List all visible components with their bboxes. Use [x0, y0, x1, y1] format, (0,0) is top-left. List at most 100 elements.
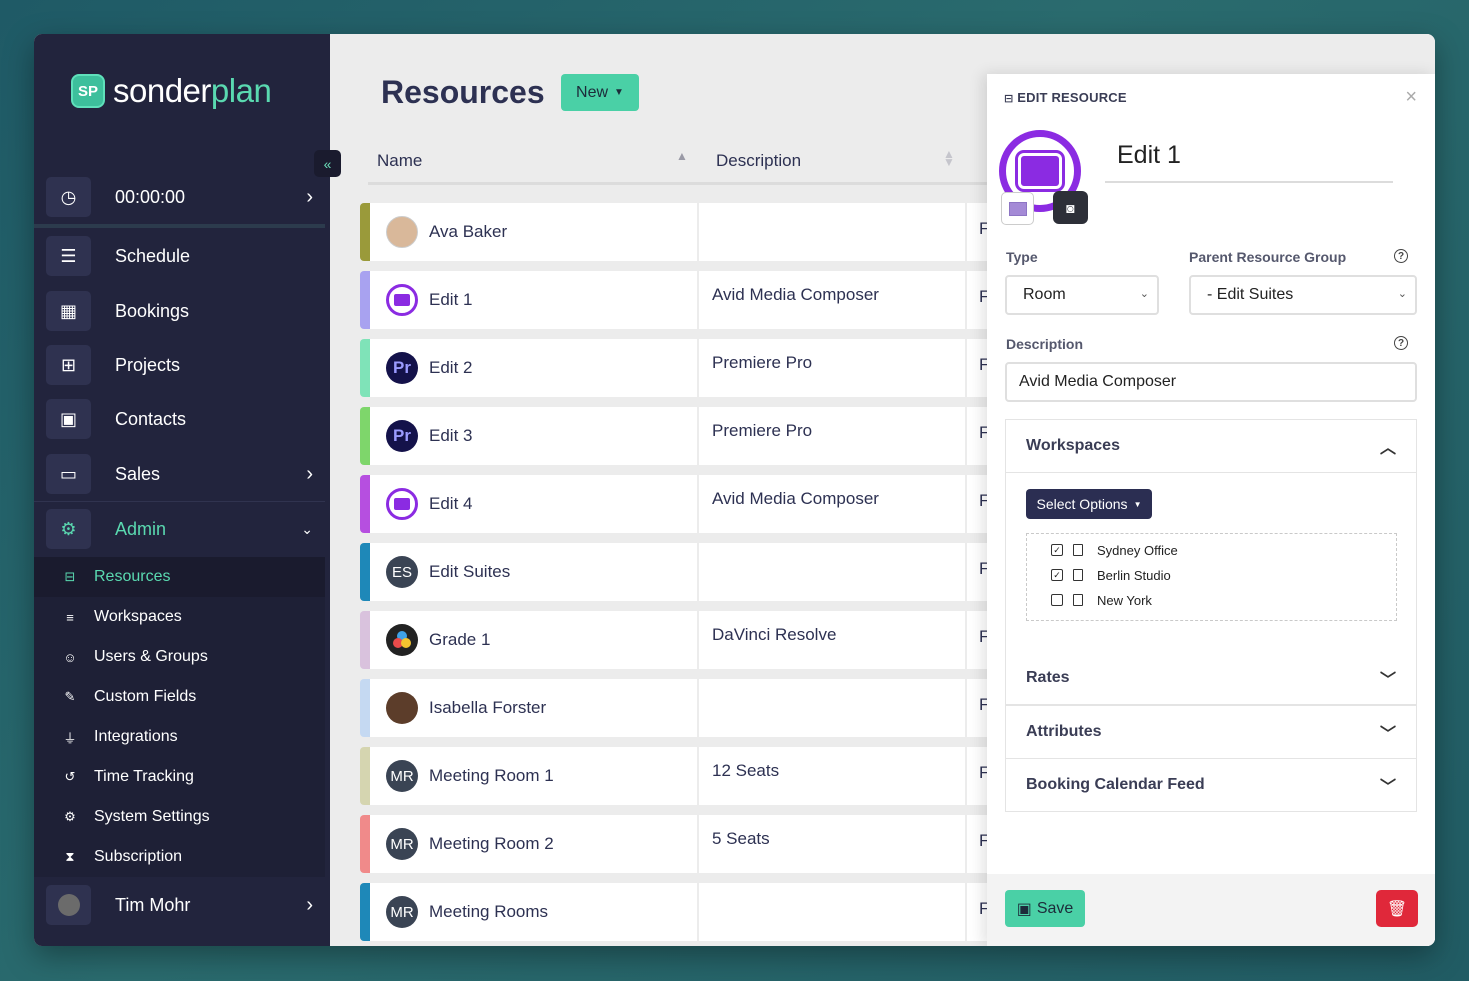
panel-title: ⊟ EDIT RESOURCE: [1004, 90, 1127, 105]
sort-asc-icon[interactable]: ▲: [676, 149, 688, 163]
name-cell[interactable]: MR Meeting Room 2: [370, 815, 697, 873]
page-title: Resources: [381, 74, 545, 110]
name-cell[interactable]: Grade 1: [370, 611, 697, 669]
checkbox-checked-icon[interactable]: ✓: [1051, 544, 1063, 556]
checkbox-checked-icon[interactable]: ✓: [1051, 569, 1063, 581]
sidebar-item-label: Contacts: [115, 408, 187, 429]
sidebar-item-contacts[interactable]: ▣ Contacts: [46, 394, 325, 444]
table-row[interactable]: Edit 4 Avid Media Composer F: [360, 475, 1010, 533]
parent-group-select[interactable]: - Edit Suites ⌄: [1189, 275, 1417, 315]
avatar: [46, 885, 91, 925]
briefcase-icon: ⊞: [46, 345, 91, 385]
hourglass-icon: ⧗: [65, 849, 75, 864]
resource-name: Meeting Room 2: [429, 834, 554, 853]
attributes-header[interactable]: Attributes ﹀: [1006, 706, 1416, 758]
sidebar: SP sonderplan ◷ 00:00:00 › ☰ Schedule ▦ …: [34, 34, 330, 946]
help-icon[interactable]: ?: [1394, 336, 1408, 350]
edit-resource-panel: ⊟ EDIT RESOURCE × ◙ Edit 1 Type Parent R…: [987, 74, 1435, 946]
name-cell[interactable]: ES Edit Suites: [370, 543, 697, 601]
sidebar-item-sales[interactable]: ▭ Sales ›: [46, 449, 325, 499]
type-select[interactable]: Room ⌄: [1005, 275, 1159, 315]
new-button[interactable]: New ▼: [561, 74, 639, 111]
sort-icon[interactable]: ▲ ▼: [943, 148, 955, 168]
sidebar-subitem-label: Subscription: [94, 848, 183, 865]
workspace-option[interactable]: New York: [1051, 590, 1152, 610]
sidebar-subitem-integrations[interactable]: ⏚ Integrations: [34, 717, 325, 757]
sidebar-item-bookings[interactable]: ▦ Bookings: [46, 286, 325, 336]
rates-header[interactable]: Rates ﹀: [1006, 652, 1416, 704]
select-options-label: Select Options: [1036, 496, 1128, 512]
table-row[interactable]: Pr Edit 2 Premiere Pro F: [360, 339, 1010, 397]
row-color-stripe: [360, 611, 370, 669]
resource-name-input[interactable]: Edit 1: [1105, 137, 1393, 183]
collapse-sidebar-button[interactable]: «: [314, 150, 341, 177]
contact-card-icon: ▣: [46, 399, 91, 439]
chevron-down-icon: ⌄: [301, 520, 313, 537]
brand[interactable]: SP sonderplan: [71, 72, 272, 110]
booking-calendar-feed-title: Booking Calendar Feed: [1026, 776, 1205, 793]
close-icon[interactable]: ×: [1405, 86, 1417, 109]
sidebar-subitem-subscription[interactable]: ⧗ Subscription: [34, 837, 325, 877]
sidebar-item-projects[interactable]: ⊞ Projects: [46, 340, 325, 390]
sidebar-subitem-resources[interactable]: ⊟ Resources: [34, 557, 325, 597]
table-row[interactable]: Edit 1 Avid Media Composer F: [360, 271, 1010, 329]
chevron-down-icon: ﹀: [1379, 779, 1396, 796]
timer-row[interactable]: ◷ 00:00:00 ›: [46, 172, 325, 222]
attributes-section[interactable]: Attributes ﹀: [1005, 705, 1417, 759]
table-row[interactable]: Pr Edit 3 Premiere Pro F: [360, 407, 1010, 465]
table-row[interactable]: MR Meeting Room 1 12 Seats F: [360, 747, 1010, 805]
sidebar-subitem-custom-fields[interactable]: ✎ Custom Fields: [34, 677, 325, 717]
divider: [34, 224, 325, 228]
booking-calendar-feed-header[interactable]: Booking Calendar Feed ﹀: [1006, 759, 1416, 811]
type-label: Type: [1006, 249, 1038, 265]
premiere-pro-icon: Pr: [386, 420, 418, 452]
column-header-description[interactable]: Description: [716, 138, 801, 184]
save-button[interactable]: ▣ Save: [1005, 890, 1085, 927]
name-cell[interactable]: Pr Edit 2: [370, 339, 697, 397]
sidebar-subitem-workspaces[interactable]: ≡ Workspaces: [34, 597, 325, 637]
resource-name: Ava Baker: [429, 222, 508, 241]
checkbox-unchecked-icon[interactable]: [1051, 594, 1063, 606]
sidebar-subitem-time-tracking[interactable]: ↺ Time Tracking: [34, 757, 325, 797]
workspaces-header[interactable]: Workspaces ︿: [1006, 420, 1416, 472]
table-row[interactable]: Isabella Forster F: [360, 679, 1010, 737]
select-options-button[interactable]: Select Options ▼: [1026, 489, 1152, 519]
booking-calendar-feed-section[interactable]: Booking Calendar Feed ﹀: [1005, 758, 1417, 812]
table-row[interactable]: ES Edit Suites F: [360, 543, 1010, 601]
workspaces-title: Workspaces: [1026, 437, 1120, 454]
chevron-down-icon: ⌄: [1397, 288, 1407, 300]
avatar: [386, 216, 418, 248]
row-color-stripe: [360, 747, 370, 805]
delete-button[interactable]: 🗑: [1376, 890, 1418, 927]
name-cell[interactable]: Isabella Forster: [370, 679, 697, 737]
resource-name: Meeting Rooms: [429, 902, 549, 921]
table-row[interactable]: Grade 1 DaVinci Resolve F: [360, 611, 1010, 669]
table-row[interactable]: Ava Baker F: [360, 203, 1010, 261]
table-row[interactable]: MR Meeting Room 25 Seats F: [360, 815, 1010, 873]
name-cell[interactable]: Pr Edit 3: [370, 407, 697, 465]
camera-icon[interactable]: ◙: [1053, 191, 1088, 224]
description-input[interactable]: Avid Media Composer: [1005, 362, 1417, 402]
help-icon[interactable]: ?: [1394, 249, 1408, 263]
initials-avatar: MR: [386, 828, 418, 860]
name-cell[interactable]: Edit 1: [370, 271, 697, 329]
divider: [34, 501, 325, 502]
name-cell[interactable]: MR Meeting Rooms: [370, 883, 697, 941]
resource-name: Edit 4: [429, 494, 473, 513]
column-header-name[interactable]: Name: [377, 138, 422, 184]
workspace-option[interactable]: ✓ Berlin Studio: [1051, 565, 1171, 585]
user-menu[interactable]: Tim Mohr ›: [46, 880, 325, 930]
workspace-option[interactable]: ✓ Sydney Office: [1051, 540, 1178, 560]
rates-section[interactable]: Rates ﹀: [1005, 652, 1417, 705]
name-cell[interactable]: Edit 4: [370, 475, 697, 533]
sidebar-subitem-users-groups[interactable]: ☺ Users & Groups: [34, 637, 325, 677]
sidebar-subitem-system-settings[interactable]: ⚙ System Settings: [34, 797, 325, 837]
sidebar-item-admin[interactable]: ⚙ Admin ⌄: [46, 504, 325, 554]
name-cell[interactable]: MR Meeting Room 1: [370, 747, 697, 805]
color-picker-button[interactable]: [1001, 192, 1034, 225]
description-cell: [699, 883, 965, 941]
name-cell[interactable]: Ava Baker: [370, 203, 697, 261]
description-cell: [699, 203, 965, 261]
table-row[interactable]: MR Meeting Rooms F: [360, 883, 1010, 941]
sidebar-item-schedule[interactable]: ☰ Schedule: [46, 231, 325, 281]
